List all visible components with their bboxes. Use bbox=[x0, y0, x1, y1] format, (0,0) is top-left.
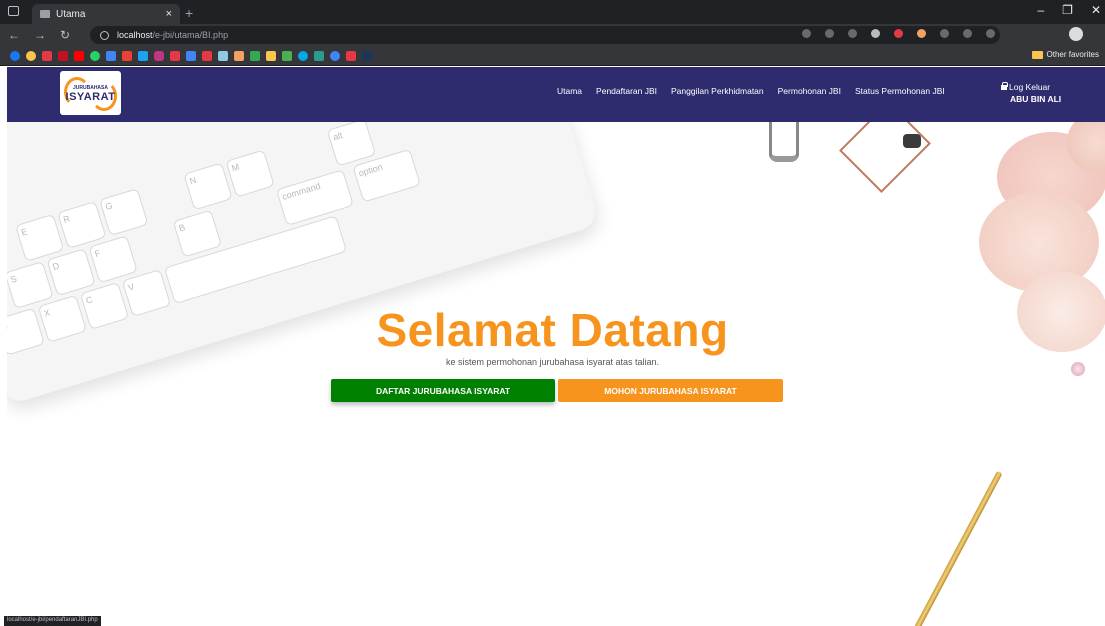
read-aloud-icon[interactable] bbox=[848, 29, 857, 38]
bookmark-icon[interactable] bbox=[186, 51, 196, 61]
page-title: Selamat Datang bbox=[376, 304, 729, 356]
status-bar-url: localhost/e-jbi/pendaftaranJBI.php bbox=[4, 616, 101, 626]
refresh-icon[interactable]: ↻ bbox=[60, 28, 70, 42]
bookmark-icon[interactable] bbox=[314, 51, 324, 61]
keyboard-key: G bbox=[99, 188, 149, 237]
close-window-button[interactable]: ✕ bbox=[1091, 3, 1101, 17]
gmail-icon[interactable] bbox=[122, 51, 132, 61]
back-icon[interactable]: ← bbox=[8, 28, 20, 42]
bookmark-icon[interactable] bbox=[298, 51, 308, 61]
drive-icon[interactable] bbox=[250, 51, 260, 61]
nav-link-panggilan-perkhidmatan[interactable]: Panggilan Perkhidmatan bbox=[671, 86, 764, 96]
bookmark-icon[interactable] bbox=[26, 51, 36, 61]
browser-titlebar: Utama × + – ❐ ✕ bbox=[0, 0, 1105, 24]
nav-link-permohonan-jbi[interactable]: Permohonan JBI bbox=[778, 86, 841, 96]
keyboard-key: R bbox=[57, 200, 107, 250]
bookmark-icon[interactable] bbox=[282, 51, 292, 61]
nav-link-status-permohonan-jbi[interactable]: Status Permohonan JBI bbox=[855, 86, 945, 96]
logo-text-big: ISYARAT bbox=[65, 91, 116, 103]
keyboard-key: M bbox=[225, 149, 275, 198]
browser-toolbar: ← → ↻ localhost/e-jbi/utama/BI.php bbox=[0, 24, 1105, 46]
keyboard-key: N bbox=[183, 162, 233, 211]
bookmark-icon[interactable] bbox=[234, 51, 244, 61]
logout-label: Log Keluar bbox=[1009, 82, 1051, 92]
forward-icon[interactable]: → bbox=[34, 28, 46, 42]
bookmark-icon[interactable] bbox=[266, 51, 276, 61]
facebook-icon[interactable] bbox=[10, 51, 20, 61]
tab-title: Utama bbox=[56, 8, 86, 20]
collections-icon[interactable] bbox=[986, 29, 995, 38]
site-logo[interactable]: JURUBAHASA ISYARAT bbox=[60, 71, 121, 115]
candle-decoration bbox=[903, 134, 921, 148]
page-subtitle: ke sistem permohonan jurubahasa isyarat … bbox=[445, 357, 660, 367]
keyboard-key: E bbox=[15, 213, 65, 262]
user-name: ABU BIN ALI bbox=[1010, 94, 1062, 104]
keyboard-key: B bbox=[172, 209, 223, 258]
browser-tab[interactable]: Utama × bbox=[32, 4, 180, 24]
keyboard-key: command bbox=[275, 169, 354, 227]
bookmark-icon[interactable] bbox=[218, 51, 228, 61]
twitter-icon[interactable] bbox=[138, 51, 148, 61]
url-path: /e-jbi/utama/BI.php bbox=[152, 30, 229, 40]
url-host: localhost bbox=[117, 30, 153, 40]
nav-link-utama[interactable]: Utama bbox=[557, 86, 582, 96]
bookmarks-bar: Other favorites bbox=[0, 46, 1105, 66]
search-icon[interactable] bbox=[802, 29, 811, 38]
apply-interpreter-button[interactable]: MOHON JURUBAHASA ISYARAT bbox=[558, 379, 783, 402]
keyboard-key: alt bbox=[326, 122, 377, 167]
keyboard-key: F bbox=[88, 235, 138, 284]
extension-icon[interactable] bbox=[917, 29, 926, 38]
tab-actions-icon[interactable] bbox=[8, 6, 19, 16]
site-navbar: JURUBAHASA ISYARAT Utama Pendaftaran JBI… bbox=[7, 67, 1105, 122]
refresh-extension-icon[interactable] bbox=[940, 29, 949, 38]
extension-icon[interactable] bbox=[871, 29, 880, 38]
bookmark-icon[interactable] bbox=[346, 51, 356, 61]
main-menu: Utama Pendaftaran JBI Panggilan Perkhidm… bbox=[557, 86, 945, 96]
other-favorites-folder[interactable]: Other favorites bbox=[1031, 50, 1099, 59]
keyboard-key: D bbox=[46, 248, 96, 297]
tab-close-icon[interactable]: × bbox=[166, 8, 172, 20]
nav-link-pendaftaran-jbi[interactable]: Pendaftaran JBI bbox=[596, 86, 657, 96]
logout-link[interactable]: Log Keluar ABU BIN ALI bbox=[1001, 81, 1061, 105]
lantern-decoration bbox=[839, 122, 931, 193]
eiffel-tower-decoration bbox=[769, 122, 799, 162]
bookmark-icon[interactable] bbox=[202, 51, 212, 61]
profile-avatar[interactable] bbox=[1069, 27, 1083, 41]
favorites-icon[interactable] bbox=[963, 29, 972, 38]
bookmark-icon[interactable] bbox=[362, 51, 372, 61]
extension-icon[interactable] bbox=[894, 29, 903, 38]
register-interpreter-button[interactable]: DAFTAR JURUBAHASA ISYARAT bbox=[331, 379, 555, 402]
folder-icon bbox=[1031, 50, 1043, 59]
docs-icon[interactable] bbox=[106, 51, 116, 61]
site-info-icon[interactable] bbox=[100, 30, 109, 40]
tab-favicon-icon bbox=[40, 10, 50, 18]
new-tab-button[interactable]: + bbox=[185, 5, 193, 21]
zoom-icon[interactable] bbox=[825, 29, 834, 38]
instagram-icon[interactable] bbox=[154, 51, 164, 61]
bookmark-icon[interactable] bbox=[170, 51, 180, 61]
minimize-button[interactable]: – bbox=[1037, 3, 1044, 17]
lock-icon bbox=[1001, 82, 1008, 90]
maximize-button[interactable]: ❐ bbox=[1062, 3, 1073, 17]
bookmark-icon[interactable] bbox=[58, 51, 68, 61]
whatsapp-icon[interactable] bbox=[90, 51, 100, 61]
youtube-icon[interactable] bbox=[74, 51, 84, 61]
bookmark-icon[interactable] bbox=[42, 51, 52, 61]
google-icon[interactable] bbox=[330, 51, 340, 61]
other-favorites-label: Other favorites bbox=[1046, 50, 1099, 59]
pen-decoration bbox=[908, 470, 1003, 626]
keyboard-key: S bbox=[7, 261, 54, 310]
hero-section: E R G N M D F B S X C V Z alt option com… bbox=[7, 122, 1105, 626]
